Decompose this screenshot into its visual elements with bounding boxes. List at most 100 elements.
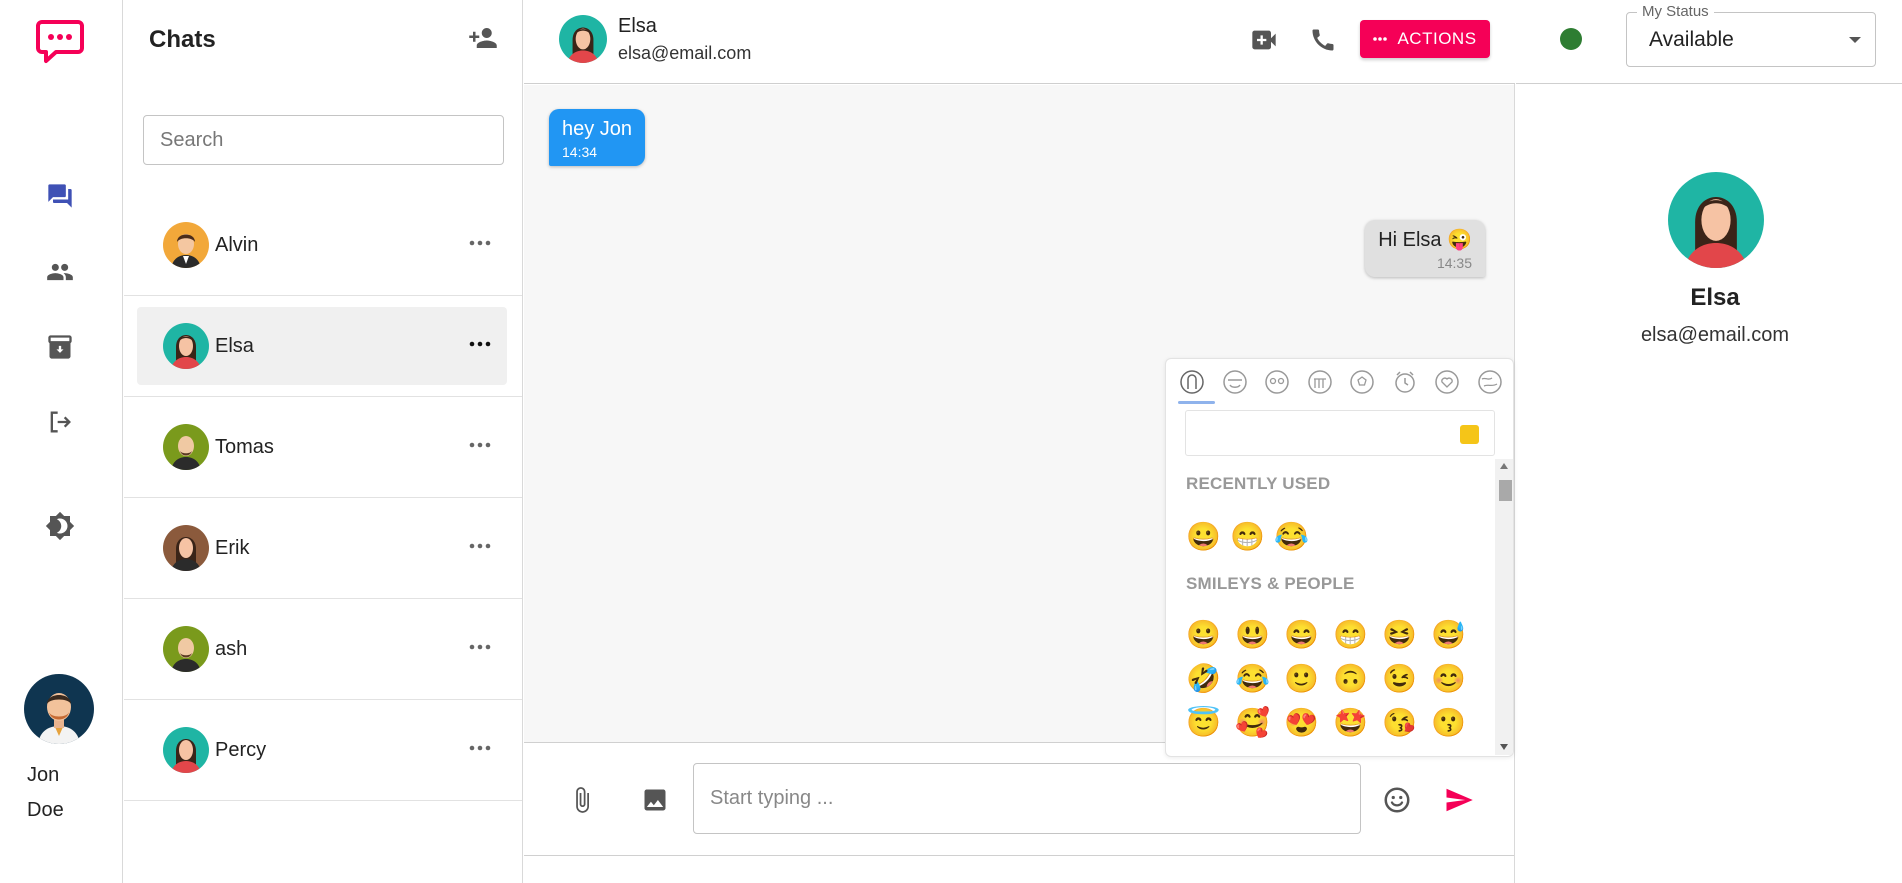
avatar [163, 323, 209, 369]
objects-category-icon[interactable] [1389, 367, 1421, 397]
contact-name: Percy [215, 738, 267, 761]
emoji-scrollbar[interactable] [1495, 459, 1513, 755]
more-icon[interactable] [465, 332, 495, 356]
app-logo-icon [36, 18, 84, 64]
emoji[interactable]: 😂 [1235, 658, 1284, 700]
emoji[interactable]: 😇 [1186, 702, 1235, 744]
message-text: Hi Elsa 😜 [1378, 229, 1472, 251]
contact-name: Tomas [215, 435, 274, 458]
symbols-category-icon[interactable] [1431, 367, 1463, 397]
chats-panel: Chats Alvin Elsa [124, 0, 523, 883]
actions-label: ACTIONS [1397, 29, 1477, 48]
section-title: RECENTLY USED [1186, 474, 1331, 493]
emoji-icon[interactable] [1379, 782, 1415, 818]
emoji-search-field[interactable] [1185, 410, 1495, 456]
avatar [163, 727, 209, 773]
emoji-category-bar [1176, 367, 1506, 401]
more-icon[interactable] [465, 433, 495, 457]
add-contact-icon[interactable] [468, 23, 498, 58]
status-indicator [1560, 28, 1582, 50]
profile-panel: My Status Available Elsa elsa@email.com [1516, 0, 1902, 883]
contact-name: Alvin [215, 233, 259, 256]
emoji[interactable]: 😁 [1333, 614, 1382, 656]
message-incoming: hey Jon 14:34 [549, 109, 646, 166]
flags-category-icon[interactable] [1474, 367, 1506, 397]
user-name: Jon Doe [27, 764, 64, 821]
archive-icon[interactable] [44, 331, 76, 363]
logout-icon[interactable] [44, 406, 76, 438]
contact-list: Alvin Elsa Tomas Erik ash Percy [124, 195, 522, 801]
image-icon[interactable] [637, 782, 673, 818]
emoji[interactable]: 🙂 [1284, 658, 1333, 700]
message-composer [524, 744, 1514, 856]
emoji[interactable]: 😍 [1284, 702, 1333, 744]
scroll-down-icon[interactable] [1500, 744, 1508, 750]
video-call-icon[interactable] [1246, 22, 1282, 58]
emoji-row: 😀 😃 😄 😁 😆 😅 [1186, 614, 1480, 656]
contacts-icon[interactable] [44, 256, 76, 288]
emoji[interactable]: 😄 [1284, 614, 1333, 656]
emoji[interactable]: 😃 [1235, 614, 1284, 656]
status-bar: My Status Available [1516, 0, 1902, 84]
message-outgoing: Hi Elsa 😜 14:35 [1365, 220, 1485, 277]
avatar [163, 525, 209, 571]
contact-item-alvin[interactable]: Alvin [124, 195, 522, 296]
actions-button[interactable]: ACTIONS [1360, 20, 1490, 58]
emoji[interactable]: 😁 [1230, 516, 1274, 558]
contact-item-percy[interactable]: Percy [124, 700, 522, 801]
chats-header: Chats [124, 0, 522, 80]
nav-rail: Jon Doe [0, 0, 123, 883]
avatar [163, 424, 209, 470]
theme-toggle-icon[interactable] [44, 510, 76, 542]
contact-item-ash[interactable]: ash [124, 599, 522, 700]
contact-item-erik[interactable]: Erik [124, 498, 522, 599]
scroll-thumb[interactable] [1499, 480, 1512, 501]
send-icon[interactable] [1441, 782, 1477, 818]
search-input[interactable] [143, 115, 504, 165]
profile-name: Elsa [1690, 284, 1740, 311]
attach-file-icon[interactable] [564, 782, 600, 818]
emoji[interactable]: 😅 [1431, 614, 1480, 656]
chat-app: JonDoe Chats Alvin [0, 0, 1902, 883]
emoji[interactable]: 🥰 [1235, 702, 1284, 744]
contact-email: elsa@email.com [618, 43, 752, 63]
contact-item-elsa[interactable]: Elsa [124, 296, 522, 397]
emoji[interactable]: 😉 [1382, 658, 1431, 700]
emoji[interactable]: 🙃 [1333, 658, 1382, 700]
more-icon[interactable] [465, 231, 495, 255]
more-icon[interactable] [465, 736, 495, 760]
recent-category-icon[interactable] [1176, 367, 1208, 397]
emoji[interactable]: 🤩 [1333, 702, 1382, 744]
activity-category-icon[interactable] [1346, 367, 1378, 397]
food-category-icon[interactable] [1304, 367, 1336, 397]
smileys-category-icon[interactable] [1219, 367, 1251, 397]
emoji[interactable]: 😆 [1382, 614, 1431, 656]
emoji[interactable]: 😊 [1431, 658, 1480, 700]
scroll-up-icon[interactable] [1500, 463, 1508, 469]
chats-icon[interactable] [44, 180, 76, 212]
skin-tone-swatch[interactable] [1460, 425, 1479, 444]
emoji[interactable]: 😗 [1431, 702, 1480, 744]
more-icon[interactable] [465, 534, 495, 558]
emoji[interactable]: 😀 [1186, 516, 1230, 558]
contact-name: ash [215, 637, 248, 660]
contact-name: Elsa [618, 15, 657, 37]
phone-call-icon[interactable] [1305, 22, 1341, 58]
profile-avatar [1668, 172, 1764, 268]
emoji[interactable]: 😘 [1382, 702, 1431, 744]
contact-item-tomas[interactable]: Tomas [124, 397, 522, 498]
avatar[interactable] [559, 15, 607, 63]
more-icon[interactable] [465, 635, 495, 659]
emoji-row: 🤣 😂 🙂 🙃 😉 😊 [1186, 658, 1480, 700]
emoji[interactable]: 😀 [1186, 614, 1235, 656]
status-select[interactable]: My Status Available [1626, 3, 1876, 67]
message-input[interactable] [693, 763, 1361, 834]
profile-email: elsa@email.com [1640, 324, 1790, 346]
emoji[interactable]: 🤣 [1186, 658, 1235, 700]
nature-category-icon[interactable] [1261, 367, 1293, 397]
user-avatar[interactable] [24, 674, 94, 744]
status-select-label: My Status [1637, 3, 1714, 20]
emoji-row: 😇 🥰 😍 🤩 😘 😗 [1186, 702, 1480, 744]
chats-title: Chats [149, 26, 216, 53]
emoji[interactable]: 😂 [1274, 516, 1318, 558]
